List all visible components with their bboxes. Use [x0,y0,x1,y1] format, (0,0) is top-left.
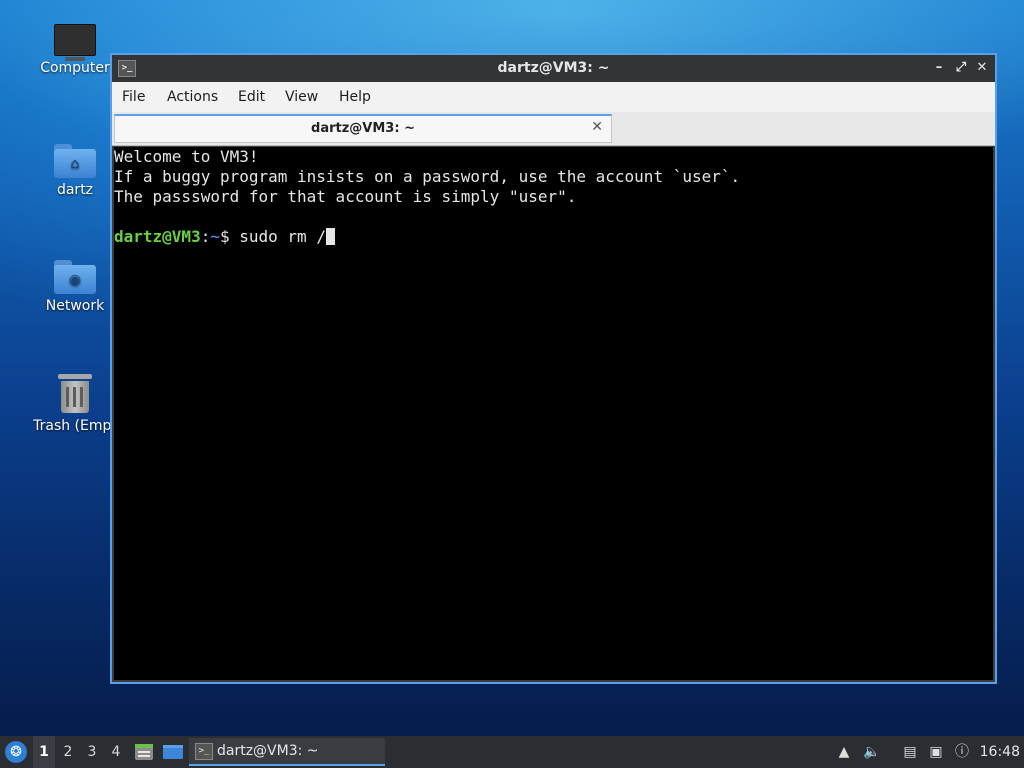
start-menu-icon[interactable]: ❂ [5,741,27,763]
terminal-command: sudo rm / [239,227,326,246]
maximize-button[interactable]: ⤢ [951,58,971,78]
volume-icon[interactable]: 🔈 [862,742,882,762]
clipboard-icon[interactable]: ▤ [900,742,920,762]
workspace-4[interactable]: 4 [105,736,127,768]
file-manager-icon[interactable] [134,743,154,761]
menu-edit[interactable]: Edit [238,89,265,105]
desktop: Computer ⌂ dartz ◉ Network Trash (Empt >… [0,0,1024,736]
window-titlebar[interactable]: >_ dartz@VM3: ~ – ⤢ ✕ [112,55,995,82]
taskbar-task-label: dartz@VM3: ~ [217,743,319,759]
menu-file[interactable]: File [122,89,145,105]
menu-view[interactable]: View [285,89,318,105]
workspace-3[interactable]: 3 [81,736,103,768]
terminal-line: The passsword for that account is simply… [114,187,577,206]
workspace-1[interactable]: 1 [33,736,55,768]
clock[interactable]: 16:48 [980,744,1020,760]
terminal-output[interactable]: Welcome to VM3! If a buggy program insis… [114,147,993,680]
prompt-user: dartz@VM3 [114,227,201,246]
menu-help[interactable]: Help [339,89,371,105]
monitor-icon [54,24,96,61]
tab-title: dartz@VM3: ~ [311,121,415,136]
tray-expand-icon[interactable]: ▲ [834,742,854,762]
taskbar: ❂ 1 2 3 4 >_ dartz@VM3: ~ ▲ 🔈 ▤ ▣ ⓘ 16:4… [0,736,1024,768]
minimize-button[interactable]: – [929,58,949,78]
notification-icon[interactable]: ⓘ [952,742,972,762]
menu-bar: File Actions Edit View Help [112,82,995,112]
network-status-icon[interactable]: ▣ [926,742,946,762]
terminal-prompt-line: dartz@VM3:~$ sudo rm / [114,227,993,247]
terminal-line: If a buggy program insists on a password… [114,167,741,186]
close-button[interactable]: ✕ [972,58,992,78]
taskbar-terminal-button[interactable]: >_ dartz@VM3: ~ [189,738,385,766]
tab-terminal[interactable]: dartz@VM3: ~ ✕ [114,114,612,143]
window-title: dartz@VM3: ~ [497,60,610,76]
workspace-2[interactable]: 2 [57,736,79,768]
show-desktop-icon[interactable] [162,743,183,761]
prompt-path: ~ [210,227,220,246]
prompt-symbol: $ [219,227,240,246]
trash-icon [58,374,92,414]
terminal-cursor [325,228,335,245]
menu-actions[interactable]: Actions [167,89,218,105]
home-folder-icon: ⌂ [54,144,96,178]
tab-close-icon[interactable]: ✕ [591,119,603,135]
network-folder-icon: ◉ [54,260,96,294]
terminal-window: >_ dartz@VM3: ~ – ⤢ ✕ File Actions Edit … [110,53,997,684]
tab-bar: dartz@VM3: ~ ✕ [112,112,995,146]
terminal-line: Welcome to VM3! [114,147,259,166]
prompt-separator: : [200,227,211,246]
terminal-app-icon: >_ [195,743,213,760]
